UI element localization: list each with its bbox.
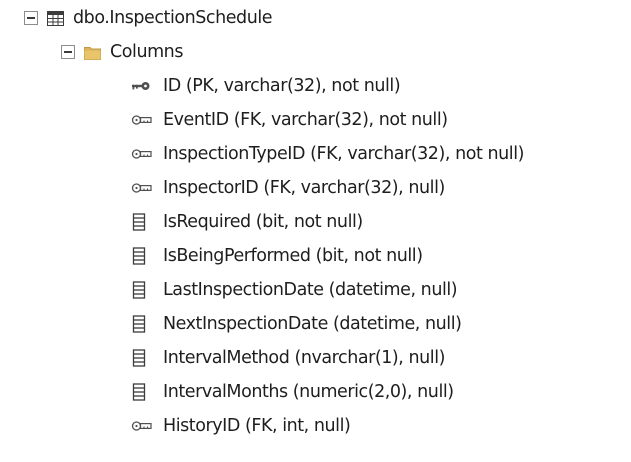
table-node-label: dbo.InspectionSchedule: [73, 8, 273, 28]
foreign-key-icon: [131, 182, 152, 194]
column-node[interactable]: IsRequired (bit, not null): [131, 207, 363, 237]
object-explorer-tree: dbo.InspectionSchedule Columns ID (PK, v…: [0, 0, 631, 462]
column-label: InspectorID (FK, varchar(32), null): [163, 178, 445, 198]
folder-icon: [84, 45, 101, 60]
column-node[interactable]: NextInspectionDate (datetime, null): [131, 309, 462, 339]
column-label: IntervalMethod (nvarchar(1), null): [163, 348, 446, 368]
column-label: EventID (FK, varchar(32), not null): [163, 110, 448, 130]
column-icon: [131, 247, 152, 265]
foreign-key-icon: [131, 114, 152, 126]
column-icon: [131, 349, 152, 367]
column-icon: [131, 383, 152, 401]
column-node[interactable]: InspectionTypeID (FK, varchar(32), not n…: [131, 139, 524, 169]
column-node[interactable]: IntervalMethod (nvarchar(1), null): [131, 343, 445, 373]
column-label: IsBeingPerformed (bit, not null): [163, 246, 423, 266]
column-icon: [131, 281, 152, 299]
column-node[interactable]: HistoryID (FK, int, null): [131, 411, 351, 441]
column-node[interactable]: EventID (FK, varchar(32), not null): [131, 105, 448, 135]
table-icon: [47, 10, 64, 26]
foreign-key-icon: [131, 420, 152, 432]
column-label: HistoryID (FK, int, null): [163, 416, 351, 436]
column-node[interactable]: ID (PK, varchar(32), not null): [131, 71, 401, 101]
column-node[interactable]: IsBeingPerformed (bit, not null): [131, 241, 423, 271]
column-label: IsRequired (bit, not null): [163, 212, 363, 232]
column-icon: [131, 213, 152, 231]
column-label: LastInspectionDate (datetime, null): [163, 280, 458, 300]
column-label: NextInspectionDate (datetime, null): [163, 314, 462, 334]
column-icon: [131, 315, 152, 333]
foreign-key-icon: [131, 148, 152, 160]
collapse-toggle-icon[interactable]: [61, 45, 75, 59]
column-label: IntervalMonths (numeric(2,0), null): [163, 382, 454, 402]
primary-key-icon: [131, 80, 152, 92]
column-label: ID (PK, varchar(32), not null): [163, 76, 401, 96]
column-node[interactable]: LastInspectionDate (datetime, null): [131, 275, 458, 305]
column-node[interactable]: InspectorID (FK, varchar(32), null): [131, 173, 445, 203]
column-node[interactable]: IntervalMonths (numeric(2,0), null): [131, 377, 454, 407]
folder-node-columns[interactable]: Columns: [61, 37, 183, 67]
table-node-inspection-schedule[interactable]: dbo.InspectionSchedule: [24, 3, 273, 33]
folder-node-label: Columns: [110, 42, 183, 62]
column-label: InspectionTypeID (FK, varchar(32), not n…: [163, 144, 525, 164]
collapse-toggle-icon[interactable]: [24, 11, 38, 25]
